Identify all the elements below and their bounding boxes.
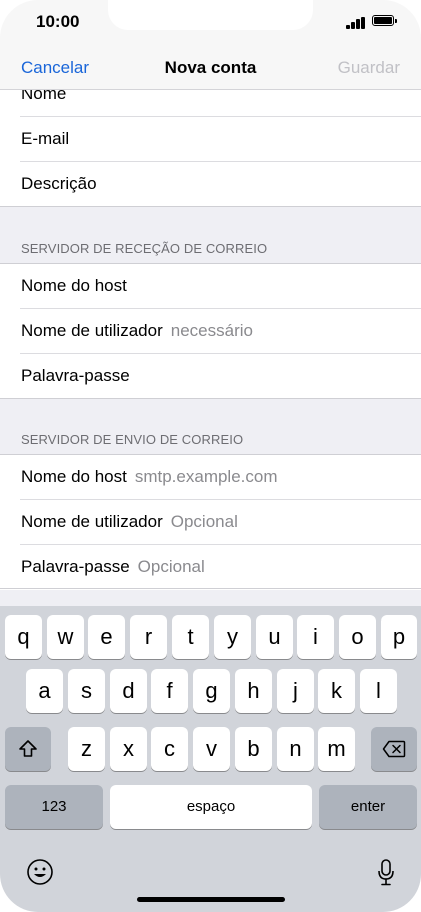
microphone-button[interactable]	[376, 858, 396, 888]
incoming-password-label: Palavra-passe	[21, 366, 130, 385]
status-time: 10:00	[36, 12, 80, 31]
key-i[interactable]: i	[297, 615, 334, 659]
navigation-bar: Nova conta Cancelar Guardar	[0, 46, 421, 90]
outgoing-username-label: Nome de utilizador	[21, 512, 163, 531]
key-t[interactable]: t	[172, 615, 209, 659]
microphone-icon	[378, 859, 394, 886]
outgoing-username-placeholder: Opcional	[170, 512, 238, 531]
key-j[interactable]: j	[277, 669, 314, 713]
key-q[interactable]: q	[5, 615, 42, 659]
enter-key[interactable]: enter	[319, 785, 417, 829]
incoming-username-label-row: Nome de utilizador necessário	[21, 321, 253, 341]
keyboard: q w e r t y u i o p a s d f g h j k l z …	[0, 606, 421, 912]
key-m[interactable]: m	[318, 727, 355, 771]
notch	[108, 0, 313, 30]
incoming-password-field[interactable]: Palavra-passe	[0, 354, 421, 399]
incoming-section-header: SERVIDOR DE RECEÇÃO DE CORREIO	[21, 241, 268, 256]
key-x[interactable]: x	[110, 727, 147, 771]
key-o[interactable]: o	[339, 615, 376, 659]
save-button[interactable]: Guardar	[338, 58, 400, 78]
key-b[interactable]: b	[235, 727, 272, 771]
key-z[interactable]: z	[68, 727, 105, 771]
numbers-key[interactable]: 123	[5, 785, 103, 829]
key-g[interactable]: g	[193, 669, 230, 713]
incoming-host-field[interactable]: Nome do host	[0, 264, 421, 309]
name-label: Nome	[21, 90, 67, 103]
backspace-key[interactable]	[371, 727, 417, 771]
group-divider	[0, 588, 421, 589]
incoming-username-label: Nome de utilizador	[21, 321, 163, 340]
outgoing-host-label: Nome do host	[21, 467, 127, 486]
key-e[interactable]: e	[88, 615, 125, 659]
key-d[interactable]: d	[110, 669, 147, 713]
outgoing-password-label: Palavra-passe	[21, 557, 130, 576]
emoji-button[interactable]	[26, 858, 54, 886]
key-v[interactable]: v	[193, 727, 230, 771]
key-a[interactable]: a	[26, 669, 63, 713]
key-f[interactable]: f	[151, 669, 188, 713]
key-p[interactable]: p	[381, 615, 417, 659]
status-bar: 10:00	[0, 0, 421, 46]
phone-screen: 10:00 Nova conta Cancelar Guardar Nome E…	[0, 0, 421, 912]
shift-icon	[19, 740, 37, 757]
outgoing-host-field[interactable]: Nome do host smtp.example.com	[0, 455, 421, 500]
outgoing-password-label-row: Palavra-passe Opcional	[21, 557, 205, 577]
incoming-username-placeholder: necessário	[170, 321, 253, 340]
description-label: Descrição	[21, 174, 97, 193]
email-field[interactable]: E-mail	[0, 117, 421, 162]
incoming-username-field[interactable]: Nome de utilizador necessário	[0, 309, 421, 354]
space-key[interactable]: espaço	[110, 785, 312, 829]
key-c[interactable]: c	[151, 727, 188, 771]
key-w[interactable]: w	[47, 615, 84, 659]
name-field[interactable]: Nome	[0, 90, 421, 117]
key-n[interactable]: n	[277, 727, 314, 771]
outgoing-host-placeholder: smtp.example.com	[134, 467, 278, 486]
outgoing-host-label-row: Nome do host smtp.example.com	[21, 467, 278, 487]
key-u[interactable]: u	[256, 615, 293, 659]
outgoing-password-field[interactable]: Palavra-passe Opcional	[0, 545, 421, 590]
backspace-icon	[382, 740, 406, 758]
key-y[interactable]: y	[214, 615, 251, 659]
key-k[interactable]: k	[318, 669, 355, 713]
group-divider	[0, 398, 421, 399]
battery-icon	[372, 15, 394, 26]
email-label: E-mail	[21, 129, 70, 148]
home-indicator[interactable]	[137, 897, 285, 902]
key-l[interactable]: l	[360, 669, 397, 713]
incoming-host-label: Nome do host	[21, 276, 127, 295]
emoji-icon	[27, 859, 53, 885]
key-s[interactable]: s	[68, 669, 105, 713]
outgoing-username-field[interactable]: Nome de utilizador Opcional	[0, 500, 421, 545]
cancel-button[interactable]: Cancelar	[21, 58, 89, 78]
account-form: Nome E-mail Descrição SERVIDOR DE RECEÇÃ…	[0, 90, 421, 606]
group-divider	[0, 206, 421, 207]
key-h[interactable]: h	[235, 669, 272, 713]
outgoing-password-placeholder: Opcional	[137, 557, 205, 576]
outgoing-username-label-row: Nome de utilizador Opcional	[21, 512, 238, 532]
signal-icon	[346, 15, 368, 29]
outgoing-section-header: SERVIDOR DE ENVIO DE CORREIO	[21, 432, 244, 447]
key-r[interactable]: r	[130, 615, 167, 659]
battery-tip	[395, 19, 397, 23]
shift-key[interactable]	[5, 727, 51, 771]
description-field[interactable]: Descrição	[0, 162, 421, 207]
